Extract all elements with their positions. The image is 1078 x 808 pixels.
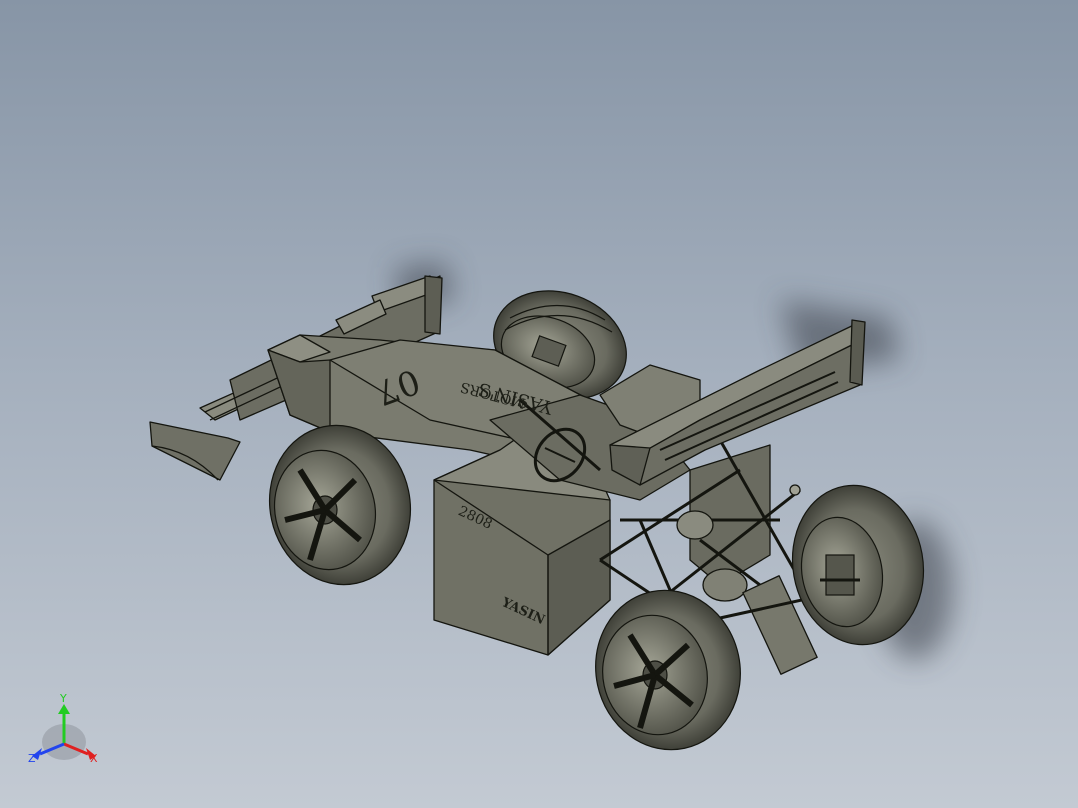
3d-model-view[interactable]: 07 YASIN'S MOTORS 2808 YASIN: [0, 0, 1078, 808]
x-axis-label: X: [90, 752, 98, 765]
y-axis-label: Y: [59, 692, 67, 705]
z-axis-label: Z: [28, 752, 36, 765]
wheel-front-left: [595, 589, 741, 751]
axis-triad: Y X Z: [28, 692, 98, 765]
graphics-viewport[interactable]: 07 YASIN'S MOTORS 2808 YASIN Y X Z: [0, 0, 1078, 808]
